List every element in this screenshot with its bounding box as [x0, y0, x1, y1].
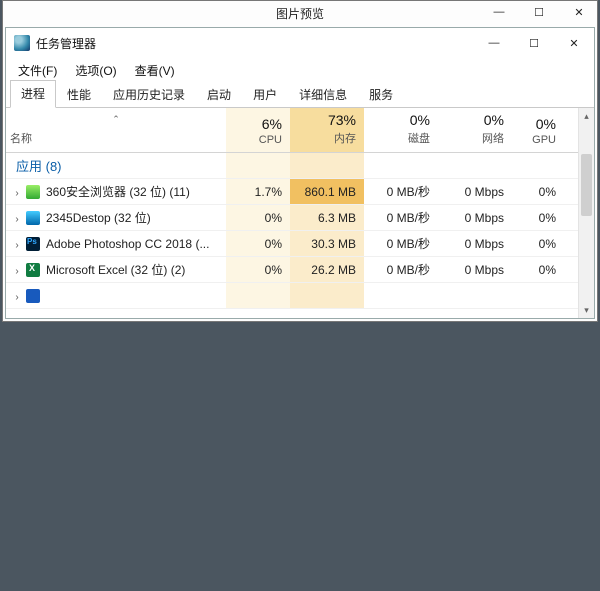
- table-row[interactable]: ›360安全浏览器 (32 位) (11)1.7%860.1 MB0 MB/秒0…: [6, 179, 594, 205]
- group-apps[interactable]: 应用 (8): [6, 153, 594, 179]
- process-name: ›360安全浏览器 (32 位) (11): [6, 179, 226, 205]
- gpu-cell: 0%: [512, 231, 564, 257]
- gpu-cell: 0%: [512, 179, 564, 205]
- preview-window: 图片预览 — ☐ ✕ 任务管理器 — ☐ ✕ 文件(F) 选项(O) 查看(V)…: [2, 0, 598, 322]
- process-table-wrap: ⌃ 名称 6% CPU 73% 内存 0% 磁盘: [6, 108, 594, 318]
- tabbar: 进程 性能 应用历史记录 启动 用户 详细信息 服务: [6, 82, 594, 108]
- app-icon: [26, 185, 40, 199]
- inner-title: 任务管理器: [36, 35, 96, 52]
- expand-icon[interactable]: ›: [12, 214, 22, 225]
- tab-users[interactable]: 用户: [242, 81, 288, 108]
- header-gpu[interactable]: 0% GPU: [512, 108, 564, 153]
- minimize-button[interactable]: —: [480, 34, 508, 52]
- memory-cell: 26.2 MB: [290, 257, 364, 283]
- maximize-button[interactable]: ☐: [520, 34, 548, 52]
- network-cell: 0 Mbps: [438, 257, 512, 283]
- disk-cell: 0 MB/秒: [364, 231, 438, 257]
- table-row[interactable]: ›: [6, 283, 594, 309]
- tab-services[interactable]: 服务: [358, 81, 404, 108]
- tab-app-history[interactable]: 应用历史记录: [102, 81, 196, 108]
- network-cell: 0 Mbps: [438, 205, 512, 231]
- obscured-region: [0, 322, 600, 591]
- gpu-cell: 0%: [512, 205, 564, 231]
- disk-cell: 0 MB/秒: [364, 257, 438, 283]
- sort-arrow-icon: ⌃: [112, 114, 120, 125]
- disk-cell: 0 MB/秒: [364, 179, 438, 205]
- menubar: 文件(F) 选项(O) 查看(V): [6, 58, 594, 82]
- expand-icon[interactable]: ›: [12, 240, 22, 251]
- group-apps-label: 应用 (8): [6, 153, 226, 179]
- process-name: ›2345Destop (32 位): [6, 205, 226, 231]
- scroll-thumb[interactable]: [581, 154, 592, 216]
- table-row[interactable]: ›2345Destop (32 位)0%6.3 MB0 MB/秒0 Mbps0%: [6, 205, 594, 231]
- scroll-down-icon[interactable]: ▾: [579, 302, 594, 318]
- app-icon: [26, 237, 40, 251]
- tab-performance[interactable]: 性能: [56, 81, 102, 108]
- header-network[interactable]: 0% 网络: [438, 108, 512, 153]
- disk-cell: 0 MB/秒: [364, 205, 438, 231]
- app-icon: [26, 263, 40, 277]
- expand-icon[interactable]: ›: [12, 266, 22, 277]
- vertical-scrollbar[interactable]: ▴ ▾: [578, 108, 594, 318]
- header-memory[interactable]: 73% 内存: [290, 108, 364, 153]
- tab-startup[interactable]: 启动: [196, 81, 242, 108]
- memory-cell: 860.1 MB: [290, 179, 364, 205]
- outer-title: 图片预览: [276, 5, 324, 22]
- menu-options[interactable]: 选项(O): [69, 60, 122, 81]
- header-disk[interactable]: 0% 磁盘: [364, 108, 438, 153]
- process-name: ›Adobe Photoshop CC 2018 (...: [6, 231, 226, 257]
- memory-cell: 30.3 MB: [290, 231, 364, 257]
- outer-minimize-button[interactable]: —: [485, 3, 513, 21]
- inner-titlebar: 任务管理器 — ☐ ✕: [6, 28, 594, 58]
- outer-titlebar: 图片预览 — ☐ ✕: [3, 1, 597, 25]
- table-row[interactable]: ›Adobe Photoshop CC 2018 (...0%30.3 MB0 …: [6, 231, 594, 257]
- memory-cell: 6.3 MB: [290, 205, 364, 231]
- network-cell: 0 Mbps: [438, 231, 512, 257]
- outer-close-button[interactable]: ✕: [565, 3, 593, 21]
- network-cell: 0 Mbps: [438, 179, 512, 205]
- header-name[interactable]: ⌃ 名称: [6, 108, 226, 153]
- process-name: ›: [6, 283, 226, 309]
- gpu-cell: 0%: [512, 257, 564, 283]
- expand-icon[interactable]: ›: [12, 292, 22, 303]
- menu-view[interactable]: 查看(V): [129, 60, 181, 81]
- expand-icon[interactable]: ›: [12, 188, 22, 199]
- table-row[interactable]: ›Microsoft Excel (32 位) (2)0%26.2 MB0 MB…: [6, 257, 594, 283]
- close-button[interactable]: ✕: [560, 34, 588, 52]
- app-icon: [26, 211, 40, 225]
- process-table: ⌃ 名称 6% CPU 73% 内存 0% 磁盘: [6, 108, 594, 309]
- outer-maximize-button[interactable]: ☐: [525, 3, 553, 21]
- task-manager-window: 任务管理器 — ☐ ✕ 文件(F) 选项(O) 查看(V) 进程 性能 应用历史…: [5, 27, 595, 319]
- cpu-cell: 0%: [226, 205, 290, 231]
- cpu-cell: 0%: [226, 231, 290, 257]
- scroll-up-icon[interactable]: ▴: [579, 108, 594, 124]
- app-icon: [26, 289, 40, 303]
- cpu-cell: 0%: [226, 257, 290, 283]
- task-manager-icon: [14, 35, 30, 51]
- tab-processes[interactable]: 进程: [10, 80, 56, 108]
- cpu-cell: 1.7%: [226, 179, 290, 205]
- header-cpu[interactable]: 6% CPU: [226, 108, 290, 153]
- process-name: ›Microsoft Excel (32 位) (2): [6, 257, 226, 283]
- menu-file[interactable]: 文件(F): [12, 60, 63, 81]
- tab-details[interactable]: 详细信息: [288, 81, 358, 108]
